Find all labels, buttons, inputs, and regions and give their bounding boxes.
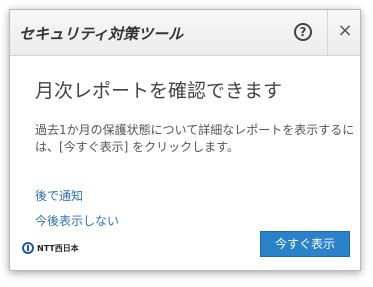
description-text: 過去1か月の保護状態について詳細なレポートを表示するには、[今すぐ表示] をクリ… [35, 123, 355, 154]
help-icon[interactable]: ? [294, 23, 312, 41]
title-divider [327, 10, 328, 55]
page-title: 月次レポートを確認できます [35, 80, 283, 102]
dialog-window: セキュリティ対策ツール ? × 月次レポートを確認できます 過去1か月の保護状態… [9, 9, 361, 271]
view-now-button[interactable]: 今すぐ表示 [260, 231, 350, 257]
logo-text: NTT西日本 [37, 243, 79, 253]
ntt-west-logo: NTT西日本 [22, 241, 79, 255]
ntt-logo-icon [22, 242, 34, 254]
app-title: セキュリティ対策ツール [19, 25, 184, 43]
title-bar: セキュリティ対策ツール ? × [10, 10, 360, 56]
close-icon[interactable]: × [336, 21, 354, 41]
do-not-show-again-link[interactable]: 今後表示しない [35, 212, 119, 229]
remind-later-link[interactable]: 後で通知 [35, 187, 83, 204]
